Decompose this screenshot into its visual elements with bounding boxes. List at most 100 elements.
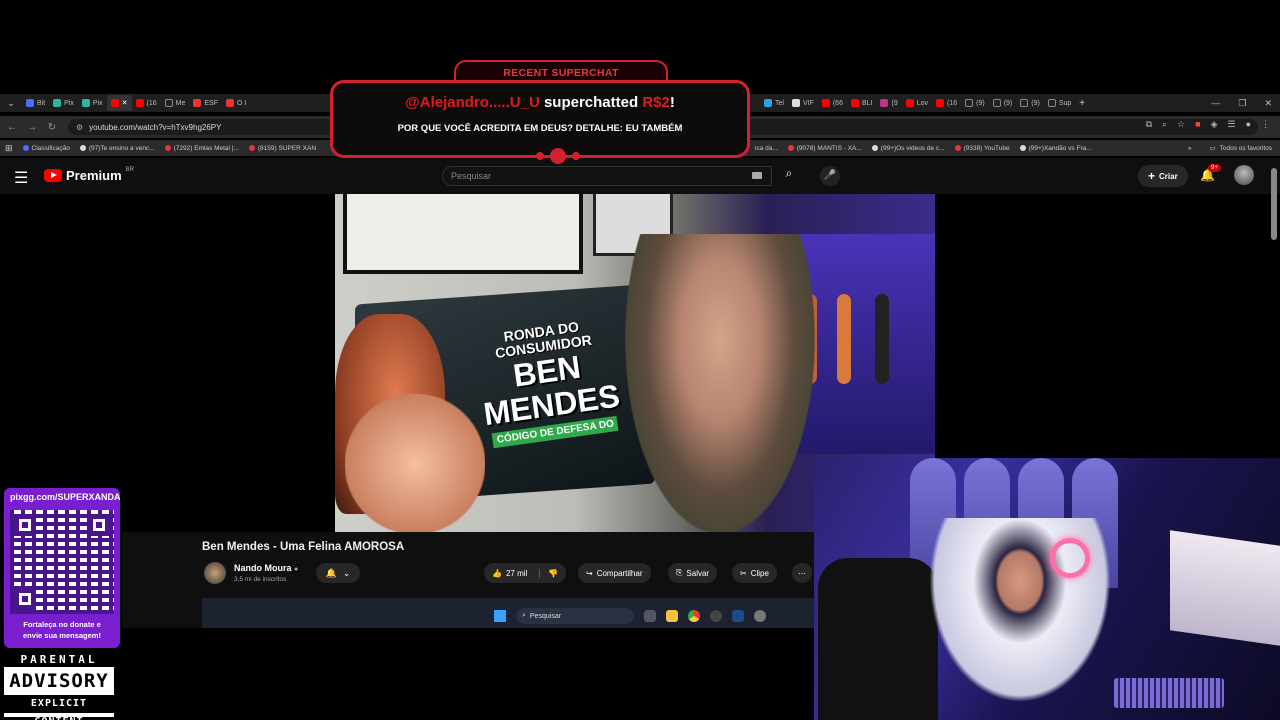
bookmark-item[interactable]: (99+)Os videos de c... — [867, 145, 950, 152]
browser-tab[interactable]: Me — [161, 95, 190, 111]
extension-icon[interactable]: ■ — [1195, 119, 1200, 130]
new-tab-button[interactable]: + — [1075, 95, 1089, 111]
chrome-icon[interactable] — [688, 610, 700, 622]
streamer-monitor — [1170, 530, 1280, 646]
browser-tab[interactable]: Pix — [78, 95, 107, 111]
share-button[interactable]: ↪ Compartilhar — [578, 563, 651, 583]
extensions-puzzle-icon[interactable]: ◈ — [1211, 119, 1218, 130]
back-icon[interactable]: ← — [2, 122, 22, 133]
apps-grid-icon[interactable]: ⊞ — [0, 143, 18, 154]
browser-tab[interactable]: VIF — [788, 95, 818, 111]
tab-favicon-icon — [905, 99, 914, 107]
browser-tab[interactable]: BLI — [847, 95, 877, 111]
bookmark-favicon-icon — [22, 145, 29, 151]
superchat-alert: @Alejandro.....U_U superchatted R$2! POR… — [330, 80, 750, 158]
browser-tab[interactable]: Tel — [760, 95, 788, 111]
url-text: youtube.com/watch?v=hTxv9hg26PY — [89, 122, 222, 132]
browser-menu-icon[interactable]: ⋮ — [1261, 119, 1270, 130]
tiktok-favicon-icon — [164, 99, 173, 107]
channel-name[interactable]: Nando Moura ● — [234, 563, 298, 573]
close-window-icon[interactable]: ✕ — [1264, 98, 1272, 109]
page-scrollbar[interactable] — [1271, 168, 1277, 240]
keyboard — [1114, 678, 1224, 708]
browser-tab[interactable]: O I — [222, 95, 250, 111]
google-favicon-icon — [791, 99, 800, 107]
bookmark-item[interactable]: (9078) MANTIS - XA... — [783, 145, 867, 152]
subscriber-count: 3,5 mi de inscritos — [234, 576, 287, 583]
like-button[interactable]: 👍 27 mil 👎 — [484, 563, 567, 583]
browser-tab-active[interactable]: ✕ — [106, 95, 132, 111]
tab-favicon-icon — [135, 99, 144, 107]
settings-gear-icon[interactable] — [754, 610, 766, 622]
hamburger-menu-icon[interactable]: ☰ — [14, 168, 28, 188]
windows-start-icon[interactable] — [494, 610, 506, 622]
close-tab-icon[interactable]: ✕ — [122, 99, 128, 107]
reload-icon[interactable]: ↻ — [42, 122, 62, 133]
bookmark-item[interactable]: Classificação — [18, 145, 75, 152]
profile-avatar-icon[interactable]: ● — [1246, 119, 1251, 130]
bookmark-item[interactable]: (97)Te ensino a venc... — [75, 145, 160, 152]
zoom-icon[interactable]: ⌕ — [1162, 119, 1167, 130]
bookmark-item[interactable]: (7292) Emlas Metal |... — [160, 145, 244, 152]
browser-tab[interactable]: (16 — [932, 95, 961, 111]
bookmark-item[interactable]: (8159) SUPER XAN — [244, 145, 321, 152]
site-info-icon[interactable]: ⚙ — [76, 123, 83, 132]
install-app-icon[interactable]: ⧉ — [1146, 119, 1152, 130]
keyboard-icon[interactable] — [752, 172, 762, 179]
taskbar-search-input[interactable]: ⌕ Pesquisar — [516, 608, 634, 624]
bookmark-item[interactable]: (9338) YouTube — [950, 145, 1015, 152]
forward-icon[interactable]: → — [22, 122, 42, 133]
microphone-icon[interactable]: 🎤 — [820, 166, 840, 186]
all-favorites-link[interactable]: Todos os favoritos — [1220, 145, 1272, 152]
tiktok-favicon-icon — [1019, 145, 1026, 151]
search-input[interactable]: Pesquisar — [442, 166, 772, 186]
youtube-logo[interactable]: Premium BR — [44, 167, 134, 183]
browser-tab[interactable]: Sup — [1044, 95, 1075, 111]
subscription-bell-button[interactable]: 🔔 ⌄ — [316, 563, 360, 583]
browser-tab[interactable]: (9) — [961, 95, 989, 111]
browser-tab[interactable]: (9) — [989, 95, 1017, 111]
save-button[interactable]: ⎘ Salvar — [668, 563, 718, 583]
account-avatar[interactable] — [1234, 165, 1254, 185]
bookmark-item[interactable]: ica da... — [750, 145, 783, 152]
plus-icon: + — [1148, 169, 1156, 183]
bookmark-item[interactable]: (99+)Xandão vs Fra... — [1015, 145, 1097, 152]
telegram-favicon-icon — [764, 99, 772, 107]
obs-icon[interactable] — [710, 610, 722, 622]
search-icon[interactable]: ⌕ — [776, 166, 802, 186]
qr-finder — [14, 588, 36, 610]
scissors-icon: ✂ — [740, 568, 747, 578]
browser-tab[interactable]: Bit — [22, 95, 49, 111]
more-bookmarks-icon[interactable]: » — [1188, 145, 1192, 152]
browser-tab[interactable]: (9 — [876, 95, 901, 111]
maximize-icon[interactable]: ❐ — [1238, 98, 1246, 109]
channel-avatar[interactable] — [204, 562, 226, 584]
browser-tab[interactable]: (66 — [818, 95, 847, 111]
qr-code — [10, 510, 114, 614]
tab-list-dropdown-icon[interactable]: ⌄ — [0, 98, 22, 109]
browser-tab[interactable]: ESF — [189, 95, 222, 111]
file-explorer-icon[interactable] — [666, 610, 678, 622]
browser-tab[interactable]: Pix — [49, 95, 78, 111]
browser-tab[interactable]: Lov — [902, 95, 932, 111]
more-actions-button[interactable]: ⋯ — [792, 563, 812, 583]
video-title: Ben Mendes - Uma Felina AMOROSA — [202, 541, 405, 553]
browser-tab[interactable]: (9) — [1016, 95, 1044, 111]
superchat-dots — [536, 148, 580, 164]
search-icon: ⌕ — [522, 612, 526, 619]
minimize-icon[interactable]: — — [1211, 98, 1220, 108]
wall-poster — [343, 194, 583, 274]
steam-icon[interactable] — [732, 610, 744, 622]
youtube-play-icon — [44, 169, 62, 182]
bookmark-star-icon[interactable]: ☆ — [1177, 119, 1185, 130]
qr-finder — [14, 514, 36, 536]
browser-tab[interactable]: (16 — [132, 95, 161, 111]
tiktok-favicon-icon — [1020, 99, 1029, 107]
create-button[interactable]: + Criar — [1138, 165, 1188, 187]
dot-shape — [550, 148, 566, 164]
guitar-shape — [875, 294, 889, 384]
thumbs-down-icon[interactable]: 👎 — [539, 568, 558, 578]
clip-button[interactable]: ✂ Clipe — [732, 563, 777, 583]
task-view-icon[interactable] — [644, 610, 656, 622]
reading-list-icon[interactable]: ☰ — [1227, 119, 1235, 130]
